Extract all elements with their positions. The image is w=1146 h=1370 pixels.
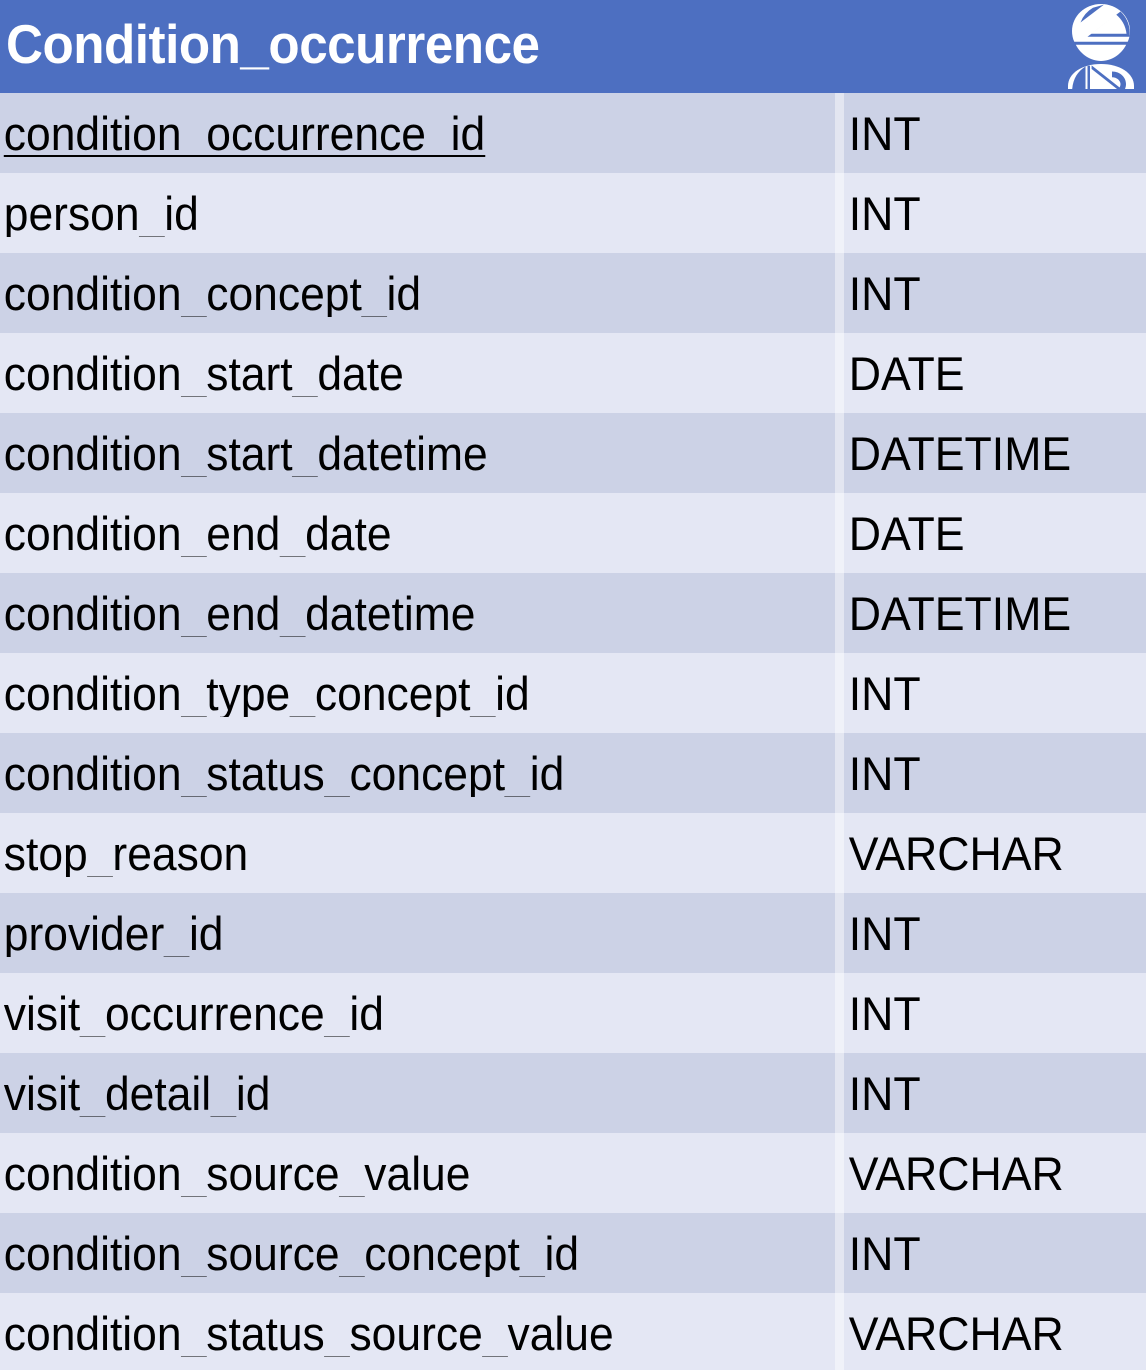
table-row: condition_start_date DATE <box>0 333 1146 413</box>
field-list: condition_occurrence_id INT person_id IN… <box>0 93 1146 1370</box>
column-divider <box>835 413 844 493</box>
column-divider <box>835 893 844 973</box>
table-row: condition_occurrence_id INT <box>0 93 1146 173</box>
field-name: condition_source_value <box>3 1149 471 1197</box>
field-type: DATETIME <box>848 426 1072 480</box>
column-divider <box>835 973 844 1053</box>
field-type: DATE <box>848 506 965 560</box>
table-row: condition_source_concept_id INT <box>0 1213 1146 1293</box>
field-name: condition_status_concept_id <box>3 749 565 797</box>
field-type: INT <box>848 106 921 160</box>
column-divider <box>835 493 844 573</box>
field-name: condition_type_concept_id <box>3 669 530 717</box>
table-row: provider_id INT <box>0 893 1146 973</box>
table-row: visit_detail_id INT <box>0 1053 1146 1133</box>
table-row: visit_occurrence_id INT <box>0 973 1146 1053</box>
table-row: condition_source_value VARCHAR <box>0 1133 1146 1213</box>
table-row: condition_start_datetime DATETIME <box>0 413 1146 493</box>
table-row: condition_concept_id INT <box>0 253 1146 333</box>
field-name: provider_id <box>3 909 224 957</box>
field-name: condition_source_concept_id <box>3 1229 580 1277</box>
column-divider <box>835 333 844 413</box>
table-row: person_id INT <box>0 173 1146 253</box>
table-row: condition_type_concept_id INT <box>0 653 1146 733</box>
field-type: INT <box>848 186 921 240</box>
column-divider <box>835 653 844 733</box>
field-type: DATE <box>848 346 965 400</box>
field-type: INT <box>848 746 921 800</box>
column-divider <box>835 1053 844 1133</box>
field-type: INT <box>848 986 921 1040</box>
field-name: condition_start_datetime <box>3 429 488 477</box>
field-type: INT <box>848 1226 921 1280</box>
table-row: condition_end_date DATE <box>0 493 1146 573</box>
field-name: condition_start_date <box>3 349 404 397</box>
table-row: condition_end_datetime DATETIME <box>0 573 1146 653</box>
field-name: condition_occurrence_id <box>3 109 486 157</box>
column-divider <box>835 1213 844 1293</box>
field-type: DATETIME <box>848 586 1072 640</box>
column-divider <box>835 573 844 653</box>
table-row: condition_status_source_value VARCHAR <box>0 1293 1146 1370</box>
field-name: condition_end_date <box>3 509 392 557</box>
field-type: INT <box>848 906 921 960</box>
entity-header: Condition_occurrence <box>0 0 1146 93</box>
entity-title: Condition_occurrence <box>6 13 540 75</box>
column-divider <box>835 733 844 813</box>
column-divider <box>835 173 844 253</box>
field-type: INT <box>848 666 921 720</box>
field-name: condition_status_source_value <box>3 1309 614 1357</box>
field-name: stop_reason <box>3 829 249 877</box>
column-divider <box>835 93 844 173</box>
field-type: INT <box>848 266 921 320</box>
field-type: INT <box>848 1066 921 1120</box>
field-type: VARCHAR <box>848 1146 1064 1200</box>
column-divider <box>835 253 844 333</box>
field-type: VARCHAR <box>848 1306 1064 1360</box>
column-divider <box>835 1293 844 1370</box>
table-row: stop_reason VARCHAR <box>0 813 1146 893</box>
injured-patient-icon <box>1068 4 1134 89</box>
table-row: condition_status_concept_id INT <box>0 733 1146 813</box>
field-name: condition_end_datetime <box>3 589 476 637</box>
field-type: VARCHAR <box>848 826 1064 880</box>
field-name: person_id <box>3 189 199 237</box>
field-name: visit_occurrence_id <box>3 989 384 1037</box>
field-name: visit_detail_id <box>3 1069 271 1117</box>
entity-table-condition-occurrence: Condition_occurrence condition_occurrenc… <box>0 0 1146 1370</box>
column-divider <box>835 1133 844 1213</box>
column-divider <box>835 813 844 893</box>
field-name: condition_concept_id <box>3 269 422 317</box>
